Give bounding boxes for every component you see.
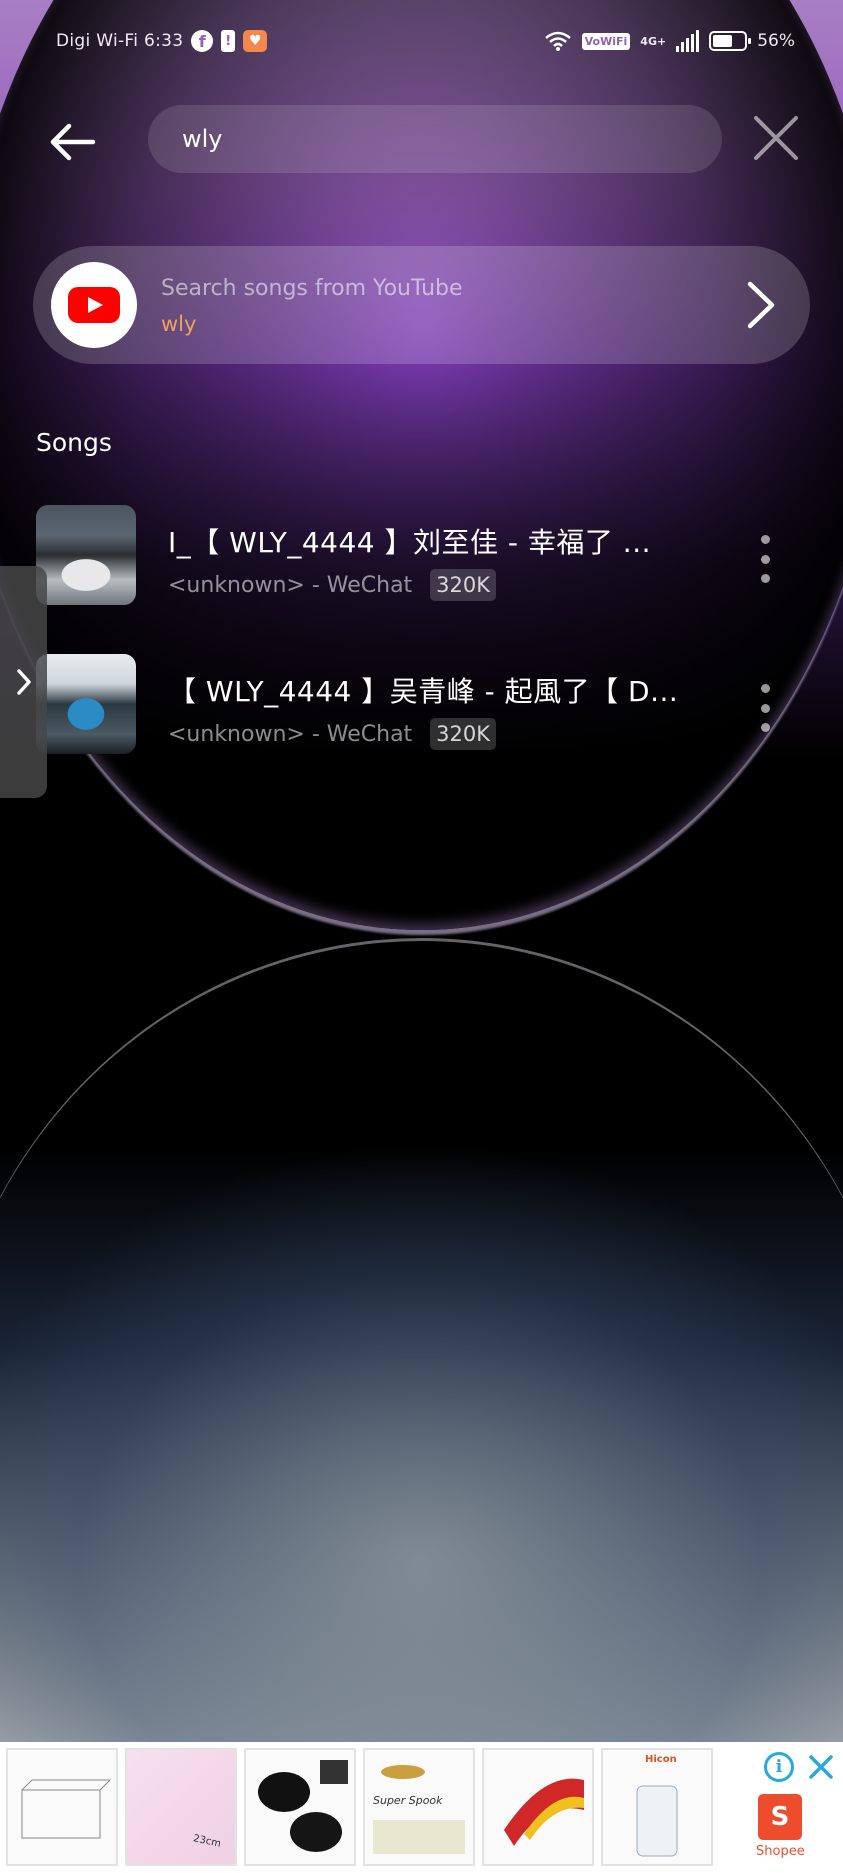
song-artist-source: <unknown> - WeChat: [168, 572, 413, 598]
ad-info-button[interactable]: i: [764, 1752, 794, 1782]
network-type: 4G+: [640, 34, 667, 48]
quality-badge: 320K: [430, 569, 497, 601]
status-bar: Digi Wi-Fi 6:33 f ! ♥ VoWiFi 4G+ 56%: [0, 26, 843, 60]
quality-badge: 320K: [430, 718, 497, 750]
song-artist-source: <unknown> - WeChat: [168, 721, 413, 747]
ad-brand-label: Shopee: [756, 1844, 805, 1859]
chevron-right-icon: [16, 669, 31, 695]
song-thumbnail: [36, 654, 136, 754]
status-left: Digi Wi-Fi 6:33 f ! ♥: [56, 30, 268, 52]
ad-product-fishing-lure[interactable]: Super Spook: [363, 1748, 475, 1866]
song-title: 【 WLY_4444 】吴青峰 - 起風了【 D...: [168, 675, 679, 708]
ad-product-shelf[interactable]: [6, 1748, 118, 1866]
youtube-card-query: wly: [161, 312, 197, 336]
song-subtitle: <unknown> - WeChat 320K: [168, 569, 497, 601]
chevron-right-icon: [747, 281, 775, 329]
ad-item-label: Hicon: [645, 1754, 677, 1765]
ad-product-mirror-cover[interactable]: [244, 1748, 356, 1866]
more-options-button[interactable]: [752, 684, 778, 732]
ad-close-button[interactable]: [806, 1752, 836, 1782]
close-icon: [809, 1755, 833, 1779]
wifi-icon: [544, 31, 571, 51]
battery-level: 56%: [757, 31, 795, 51]
back-button[interactable]: [44, 114, 100, 170]
clear-search-button[interactable]: [752, 114, 800, 162]
ad-banner[interactable]: 23cm Super Spook Hicon i S Shopee: [0, 1742, 843, 1873]
search-input[interactable]: wly: [148, 105, 722, 173]
song-row[interactable]: 【 WLY_4444 】吴青峰 - 起風了【 D... <unknown> - …: [0, 654, 843, 764]
youtube-logo-icon: [51, 262, 137, 348]
signal-icon: [676, 30, 700, 52]
carrier-time: Digi Wi-Fi 6:33: [56, 31, 184, 51]
ad-item-label: 23cm: [192, 1833, 222, 1850]
close-icon: [754, 116, 798, 160]
arrow-left-icon: [50, 123, 96, 161]
ad-product-mat[interactable]: 23cm: [125, 1748, 237, 1866]
youtube-search-card[interactable]: Search songs from YouTube wly: [33, 246, 810, 364]
battery-icon: [709, 31, 752, 51]
status-right: VoWiFi 4G+ 56%: [544, 30, 795, 52]
ad-product-power-socket[interactable]: Hicon: [601, 1748, 713, 1866]
facebook-icon: f: [191, 30, 214, 52]
song-title: I_【 WLY_4444 】刘至佳 - 幸福了 ...: [168, 526, 651, 559]
wallpaper-ring-bottom: [0, 938, 843, 1873]
song-thumbnail: [36, 505, 136, 605]
alert-icon: !: [221, 30, 236, 52]
heart-app-icon: ♥: [243, 30, 268, 52]
song-subtitle: <unknown> - WeChat 320K: [168, 718, 497, 750]
side-drawer-handle[interactable]: [0, 566, 47, 798]
ad-product-decal[interactable]: [482, 1748, 594, 1866]
song-row[interactable]: I_【 WLY_4444 】刘至佳 - 幸福了 ... <unknown> - …: [0, 505, 843, 615]
search-query: wly: [182, 125, 223, 153]
youtube-card-title: Search songs from YouTube: [161, 276, 463, 301]
vowifi-badge: VoWiFi: [581, 32, 631, 50]
section-title-songs: Songs: [36, 428, 112, 457]
shopee-logo-icon: S: [758, 1794, 802, 1840]
more-options-button[interactable]: [752, 535, 778, 583]
ad-item-label: Super Spook: [373, 1794, 443, 1807]
